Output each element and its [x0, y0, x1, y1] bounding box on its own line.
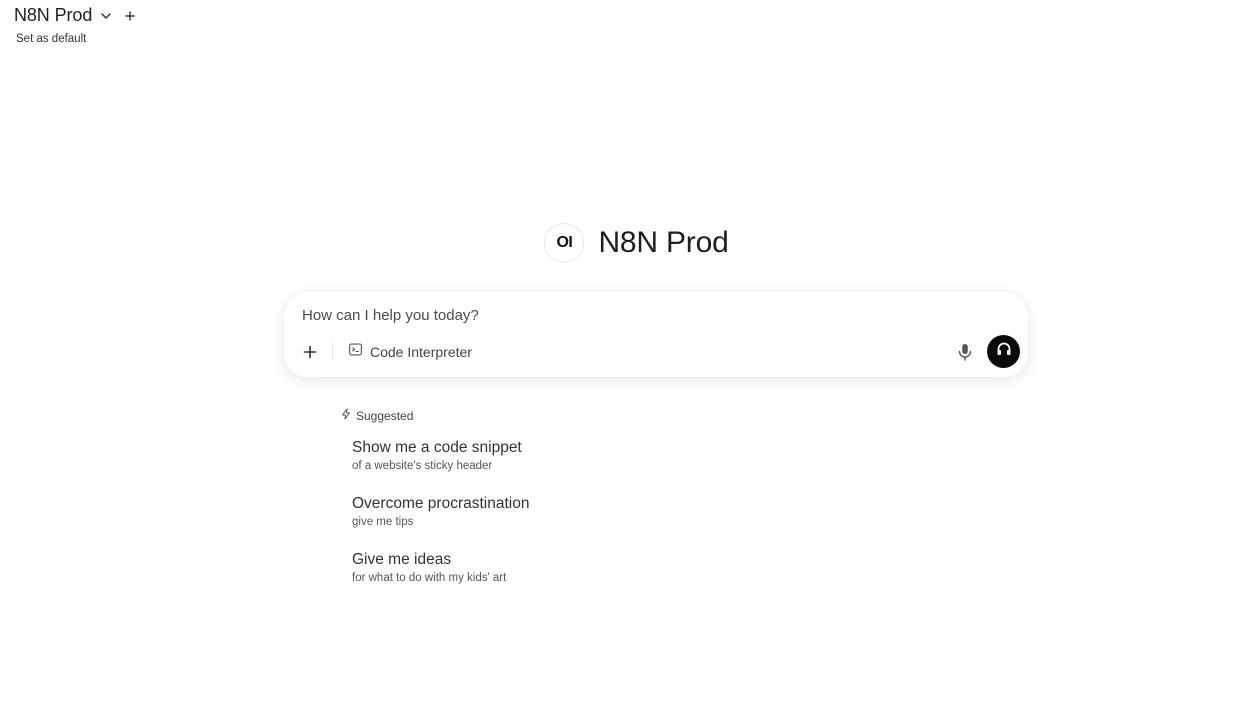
suggestion-title: Overcome procrastination: [352, 495, 530, 512]
suggestion-item[interactable]: Show me a code snippet of a website's st…: [352, 439, 652, 472]
chevron-down-icon[interactable]: [98, 8, 114, 24]
model-logo: OI: [544, 223, 585, 263]
suggestion-item[interactable]: Give me ideas for what to do with my kid…: [352, 551, 652, 584]
suggestion-subtitle: for what to do with my kids' art: [352, 572, 507, 584]
prompt-input[interactable]: [302, 304, 902, 326]
headphones-icon: [995, 340, 1013, 363]
chat-composer: Code Interpreter: [283, 291, 1029, 378]
suggested-label: Suggested: [356, 408, 414, 423]
hero: OI N8N Prod: [0, 223, 1241, 263]
model-name[interactable]: N8N Prod: [14, 5, 92, 26]
voice-mode-button[interactable]: [987, 335, 1020, 368]
composer-divider: [332, 343, 333, 360]
suggestion-item[interactable]: Overcome procrastination give me tips: [352, 495, 652, 528]
suggested-section: Suggested Show me a code snippet of a we…: [340, 408, 529, 584]
suggestion-subtitle: give me tips: [352, 516, 414, 528]
model-selector-bar: N8N Prod: [14, 5, 138, 26]
suggested-heading: Suggested: [340, 408, 413, 423]
code-interpreter-toggle[interactable]: Code Interpreter: [348, 342, 472, 362]
microphone-icon[interactable]: [954, 341, 976, 363]
attach-plus-icon[interactable]: [300, 342, 320, 362]
lightning-icon: [340, 408, 356, 423]
code-interpreter-label: Code Interpreter: [370, 344, 472, 360]
hero-title: N8N Prod: [598, 226, 729, 259]
suggestion-subtitle: of a website's sticky header: [352, 460, 493, 472]
terminal-icon: [348, 342, 363, 362]
add-model-plus-icon[interactable]: [122, 8, 138, 24]
set-as-default-link[interactable]: Set as default: [16, 33, 86, 45]
suggestion-title: Give me ideas: [352, 551, 452, 568]
suggestion-title: Show me a code snippet: [352, 439, 522, 456]
hero-inner: OI N8N Prod: [544, 223, 729, 263]
